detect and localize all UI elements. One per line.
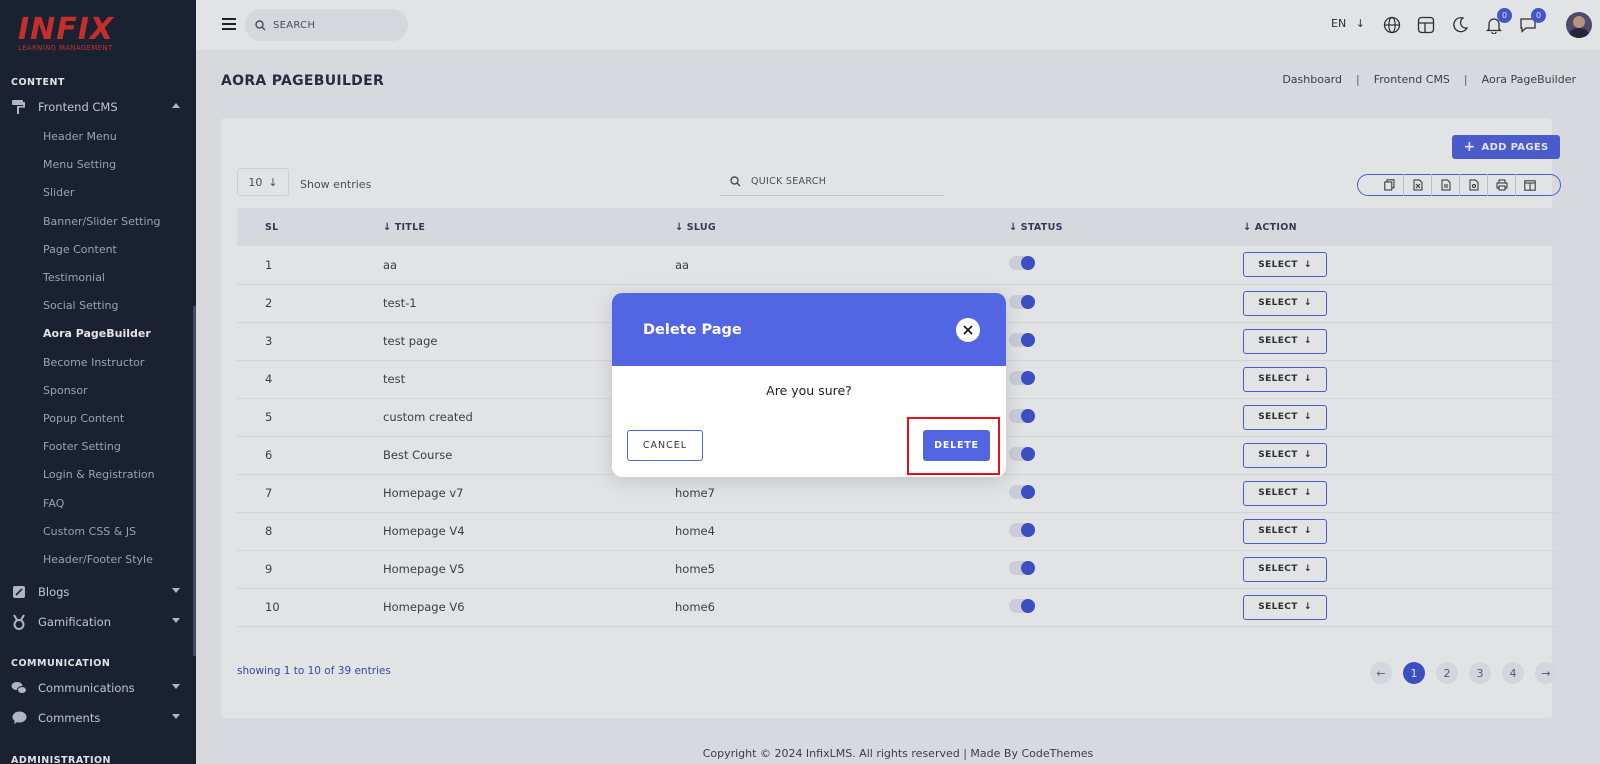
modal-close-button[interactable] <box>956 318 980 342</box>
modal-message: Are you sure? <box>766 383 852 398</box>
delete-button-highlight <box>907 417 1000 475</box>
modal-title: Delete Page <box>643 321 742 338</box>
close-icon <box>963 325 973 335</box>
modal-header: Delete Page <box>612 293 1006 366</box>
cancel-button[interactable]: CANCEL <box>627 430 703 461</box>
